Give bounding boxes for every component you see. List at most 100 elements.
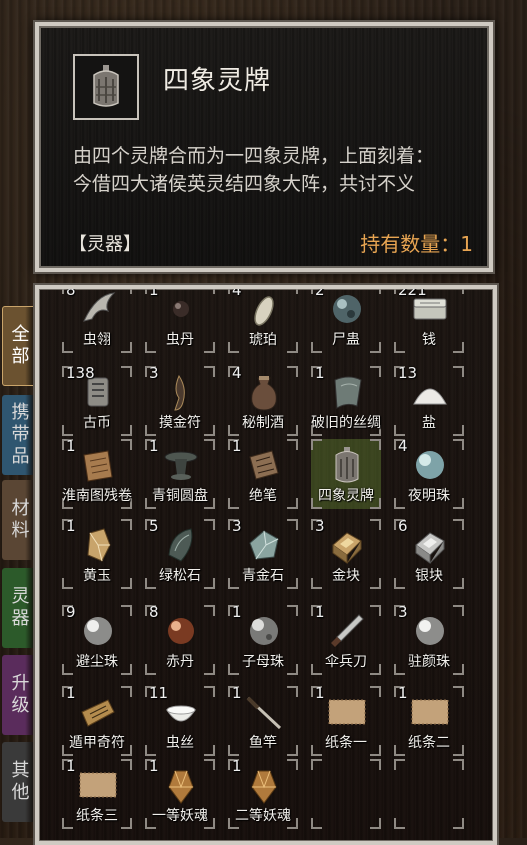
slot-corner [287, 366, 298, 377]
item-quantity: 1 [232, 684, 242, 702]
inventory-slot[interactable]: 2 尸蛊 [311, 289, 381, 353]
inventory-slot[interactable]: 1 纸条三 [62, 757, 132, 829]
inventory-slot[interactable]: 138 古币 [62, 364, 132, 436]
item-quantity: 1 [149, 437, 159, 455]
inventory-slot[interactable]: 1 鱼竿 [228, 684, 298, 756]
item-quantity: 1 [315, 684, 325, 702]
item-quantity: 1 [232, 437, 242, 455]
lapis-icon [249, 530, 279, 560]
empty-inventory-slot[interactable] [394, 759, 464, 829]
slot-corner [453, 519, 464, 530]
item-quantity: 4 [232, 285, 242, 299]
item-name: 纸条三 [76, 808, 118, 824]
inventory-slot[interactable]: 1 子母珠 [228, 603, 298, 675]
inventory-slot[interactable]: 11 虫丝 [145, 684, 215, 756]
item-quantity: 11 [149, 684, 169, 702]
slot-corner [121, 439, 132, 450]
item-name: 淮南图残卷 [62, 488, 132, 504]
talisman-icon [81, 699, 115, 727]
inventory-slot[interactable]: 5 绿松石 [145, 517, 215, 589]
inventory-slot[interactable]: 3 金块 [311, 517, 381, 589]
slot-corner [370, 519, 381, 530]
item-detail-name: 四象灵牌 [163, 66, 272, 96]
slot-corner [121, 686, 132, 697]
inventory-slot[interactable]: 1 纸条一 [311, 684, 381, 756]
slot-corner [204, 686, 215, 697]
item-name: 赤丹 [166, 654, 194, 670]
inventory-slot[interactable]: 四象灵牌 [311, 439, 381, 509]
tab-2[interactable]: 材料 [2, 480, 35, 560]
slot-corner [287, 439, 298, 450]
slot-corner [453, 605, 464, 616]
item-quantity: 3 [315, 517, 325, 535]
inventory-slot[interactable]: 1 虫丹 [145, 285, 215, 353]
tab-3[interactable]: 灵器 [2, 568, 35, 648]
inventory-slot[interactable]: 13 盐 [394, 364, 464, 436]
tab-4[interactable]: 升级 [2, 655, 35, 735]
item-quantity: 1 [66, 757, 76, 775]
twin-pearl-icon [250, 617, 278, 645]
item-name: 四象灵牌 [318, 488, 374, 504]
slot-corner [370, 759, 381, 770]
inventory-slot[interactable]: 3 驻颜珠 [394, 603, 464, 675]
item-quantity: 8 [149, 603, 159, 621]
item-quantity: 1 [149, 757, 159, 775]
tab-0[interactable]: 全部 [2, 306, 35, 386]
inventory-slot[interactable]: 1 遁甲奇符 [62, 684, 132, 756]
item-name: 纸条一 [325, 735, 367, 751]
claw-talisman-icon [174, 374, 185, 411]
slot-corner [370, 289, 381, 294]
inventory-slot[interactable]: 1 绝笔 [228, 437, 298, 509]
item-name: 纸条二 [408, 735, 450, 751]
item-name: 子母珠 [242, 654, 284, 670]
inventory-slot[interactable]: 8 虫翎 [62, 289, 132, 353]
slot-corner [287, 519, 298, 530]
inventory-slot[interactable]: 4 琥珀 [228, 285, 298, 353]
inventory-slot[interactable]: 3 摸金符 [145, 364, 215, 436]
inventory-slot[interactable]: 1 黄玉 [62, 517, 132, 589]
paper-note-icon [411, 699, 449, 725]
item-quantity: 138 [66, 364, 95, 382]
inventory-slot[interactable]: 1 淮南图残卷 [62, 437, 132, 509]
item-type-tag: 【灵器】 [69, 234, 141, 255]
inventory-slot[interactable]: 1 一等妖魂 [145, 757, 215, 829]
topaz-icon [87, 528, 111, 562]
bell-tablet-icon [335, 447, 359, 483]
inventory-slot[interactable]: 4 夜明珠 [394, 437, 464, 509]
inventory-slot[interactable]: 6 银块 [394, 517, 464, 589]
item-name: 遁甲奇符 [69, 735, 125, 751]
slot-corner [370, 439, 381, 450]
tab-5[interactable]: 其他 [2, 742, 35, 822]
item-name: 琥珀 [249, 332, 277, 348]
item-quantity: 6 [398, 517, 408, 535]
inventory-slot[interactable]: 1 伞兵刀 [311, 603, 381, 675]
slot-corner [204, 519, 215, 530]
item-quantity: 1 [398, 684, 408, 702]
item-name: 伞兵刀 [325, 654, 367, 670]
item-name: 虫翎 [83, 332, 111, 348]
slot-corner [204, 759, 215, 770]
inventory-slot[interactable]: 221 钱 [394, 289, 464, 353]
inventory-slot[interactable]: 1 青铜圆盘 [145, 437, 215, 509]
night-pearl-icon [416, 451, 444, 479]
slot-corner [311, 818, 322, 829]
slot-corner [204, 366, 215, 377]
inventory-slot[interactable]: 1 破旧的丝绸 [311, 364, 381, 436]
item-name: 虫丝 [166, 735, 194, 751]
item-quantity: 1 [149, 285, 159, 299]
inventory-slot[interactable]: 4 秘制酒 [228, 364, 298, 436]
slot-corner [121, 605, 132, 616]
inventory-slot[interactable]: 3 青金石 [228, 517, 298, 589]
item-quantity: 3 [232, 517, 242, 535]
turquoise-icon [168, 528, 193, 562]
inventory-slot[interactable]: 1 二等妖魂 [228, 757, 298, 829]
scroll-fragment-icon [83, 450, 113, 482]
inventory-grid-panel: 8 虫翎 1 虫丹 4 琥珀 2 尸蛊 221 钱 138 古币 3 摸金符 4 秘制酒 1 破旧的丝绸 13 盐 1 淮… [35, 285, 497, 845]
inventory-slot[interactable]: 9 避尘珠 [62, 603, 132, 675]
inventory-slot[interactable]: 8 赤丹 [145, 603, 215, 675]
item-quantity: 3 [398, 603, 408, 621]
empty-inventory-slot[interactable] [311, 759, 381, 829]
item-name: 尸蛊 [332, 332, 360, 348]
inventory-slot[interactable]: 1 纸条二 [394, 684, 464, 756]
tab-1[interactable]: 携带品 [2, 395, 35, 475]
